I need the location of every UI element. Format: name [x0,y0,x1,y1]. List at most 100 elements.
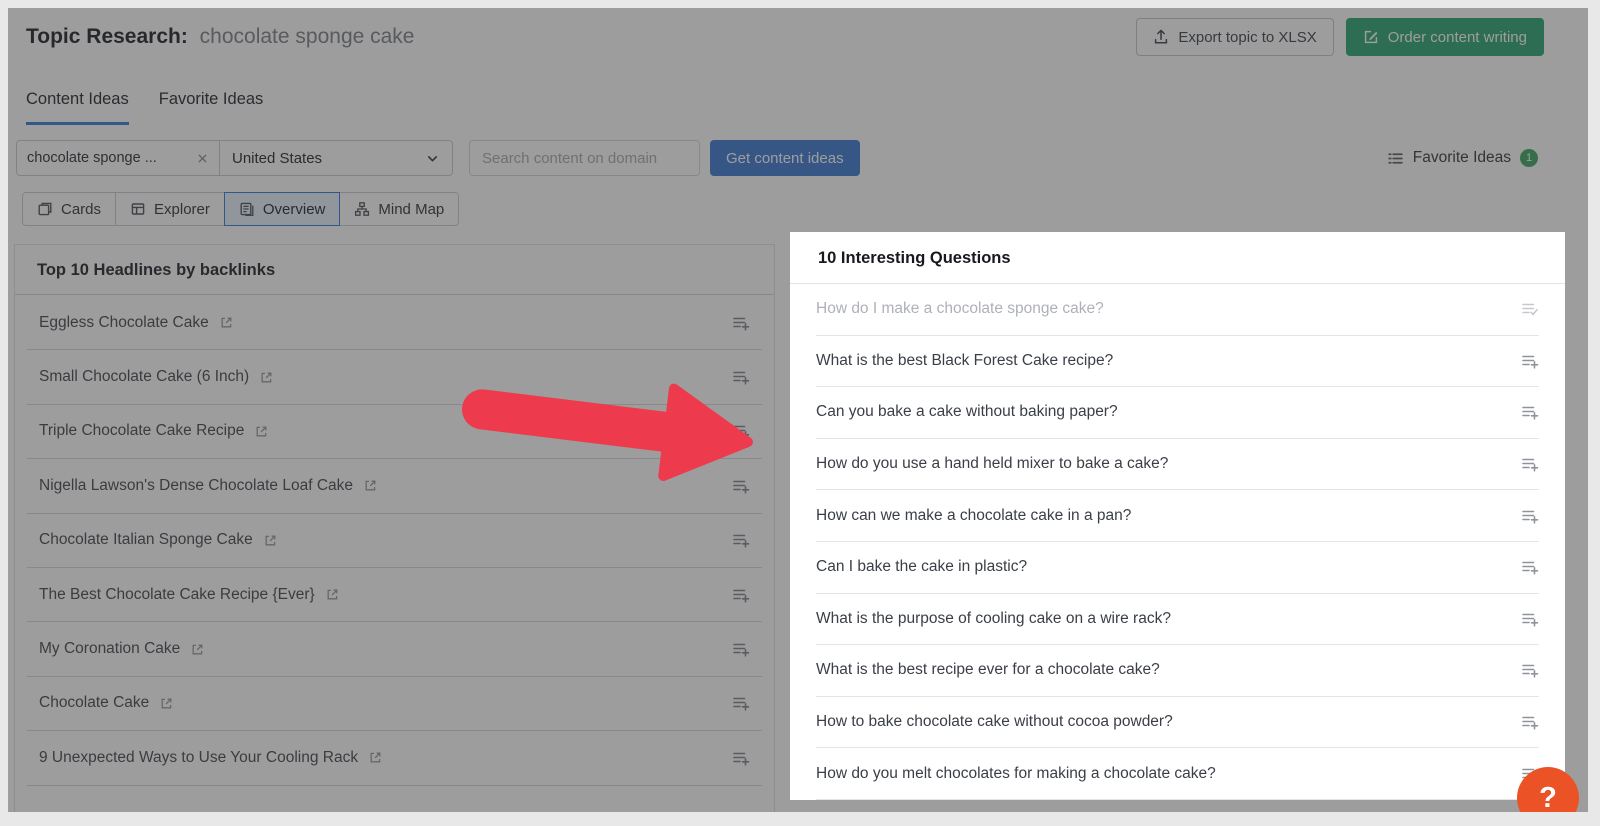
playlist-add-icon[interactable] [732,368,750,386]
question-text[interactable]: How do I make a chocolate sponge cake? [816,300,1104,318]
view-mode-cards-label: Cards [61,201,101,218]
playlist-check-icon[interactable] [1521,300,1539,318]
page-header: Topic Research: chocolate sponge cake Ex… [26,16,1544,58]
question-row: What is the purpose of cooling cake on a… [816,594,1539,646]
headline-title[interactable]: Small Chocolate Cake (6 Inch) [39,368,249,386]
top-headlines-title: Top 10 Headlines by backlinks [15,245,774,295]
page-title: Topic Research: chocolate sponge cake [26,25,415,49]
view-mode-explorer[interactable]: Explorer [115,192,225,226]
playlist-add-icon[interactable] [732,640,750,658]
headline-row: My Coronation Cake [27,622,762,676]
external-link-icon[interactable] [259,370,274,385]
headline-row: 9 Unexpected Ways to Use Your Cooling Ra… [27,731,762,785]
playlist-add-icon[interactable] [732,749,750,767]
playlist-add-icon[interactable] [732,314,750,332]
question-row: How can we make a chocolate cake in a pa… [816,490,1539,542]
headline-row: The Best Chocolate Cake Recipe {Ever} [27,568,762,622]
question-text[interactable]: What is the best Black Forest Cake recip… [816,352,1113,370]
question-row: How do I make a chocolate sponge cake? [816,284,1539,336]
playlist-add-icon[interactable] [1521,455,1539,473]
external-link-icon[interactable] [363,478,378,493]
get-content-ideas-button[interactable]: Get content ideas [710,140,860,176]
favorite-ideas-label: Favorite Ideas [1413,149,1511,167]
playlist-add-icon[interactable] [1521,352,1539,370]
domain-search-input[interactable] [469,140,700,176]
upload-icon [1153,29,1169,45]
view-mode-explorer-label: Explorer [154,201,210,218]
view-mode-overview-label: Overview [263,201,326,218]
playlist-add-icon[interactable] [1521,661,1539,679]
question-row: How do you use a hand held mixer to bake… [816,439,1539,491]
order-content-writing-label: Order content writing [1388,29,1527,46]
search-bar: chocolate sponge ... United States Get c… [16,140,1544,176]
view-mode-mind-map-label: Mind Map [378,201,444,218]
question-text[interactable]: How to bake chocolate cake without cocoa… [816,713,1173,731]
playlist-add-icon[interactable] [732,694,750,712]
playlist-add-icon[interactable] [1521,713,1539,731]
view-mode-cards[interactable]: Cards [22,192,116,226]
question-row: What is the best recipe ever for a choco… [816,645,1539,697]
table-icon [130,201,146,217]
question-text[interactable]: Can you bake a cake without baking paper… [816,403,1118,421]
question-row: Can I bake the cake in plastic? [816,542,1539,594]
question-text[interactable]: How do you melt chocolates for making a … [816,765,1216,783]
close-icon[interactable] [196,152,209,165]
headline-title[interactable]: Triple Chocolate Cake Recipe [39,422,244,440]
headline-row: Chocolate Italian Sponge Cake [27,514,762,568]
external-link-icon[interactable] [254,424,269,439]
export-xlsx-label: Export topic to XLSX [1178,29,1316,46]
tab-content-ideas[interactable]: Content Ideas [26,90,129,125]
headline-title[interactable]: Chocolate Italian Sponge Cake [39,531,253,549]
tab-bar: Content Ideas Favorite Ideas [26,90,263,125]
view-mode-overview[interactable]: Overview [224,192,341,226]
playlist-add-icon[interactable] [1521,507,1539,525]
export-xlsx-button[interactable]: Export topic to XLSX [1136,18,1333,56]
external-link-icon[interactable] [368,750,383,765]
question-text[interactable]: How do you use a hand held mixer to bake… [816,455,1168,473]
header-actions: Export topic to XLSX Order content writi… [1136,18,1544,56]
app-window: Topic Research: chocolate sponge cake Ex… [8,8,1588,812]
external-link-icon[interactable] [190,642,205,657]
headline-title[interactable]: 9 Unexpected Ways to Use Your Cooling Ra… [39,749,358,767]
external-link-icon[interactable] [263,533,278,548]
question-text[interactable]: What is the purpose of cooling cake on a… [816,610,1171,628]
question-row: Can you bake a cake without baking paper… [816,387,1539,439]
top-headlines-panel: Top 10 Headlines by backlinks Eggless Ch… [14,244,775,812]
question-row: What is the best Black Forest Cake recip… [816,336,1539,388]
question-text[interactable]: Can I bake the cake in plastic? [816,558,1027,576]
headline-title[interactable]: My Coronation Cake [39,640,180,658]
interesting-questions-title: 10 Interesting Questions [790,232,1565,284]
headline-title[interactable]: Chocolate Cake [39,694,149,712]
question-row: How do you melt chocolates for making a … [816,748,1539,800]
question-text[interactable]: How can we make a chocolate cake in a pa… [816,507,1131,525]
order-content-writing-button[interactable]: Order content writing [1346,18,1544,56]
question-text[interactable]: What is the best recipe ever for a choco… [816,661,1160,679]
playlist-add-icon[interactable] [1521,610,1539,628]
headline-title[interactable]: The Best Chocolate Cake Recipe {Ever} [39,586,315,604]
tab-favorite-ideas[interactable]: Favorite Ideas [159,90,264,125]
interesting-questions-panel: 10 Interesting Questions How do I make a… [790,232,1565,800]
mindmap-icon [354,201,370,217]
external-link-icon[interactable] [159,696,174,711]
favorite-ideas-link[interactable]: Favorite Ideas 1 [1387,140,1538,176]
favorite-count-badge: 1 [1520,149,1538,167]
page-title-topic: chocolate sponge cake [200,25,415,48]
document-icon [239,201,255,217]
keyword-chip[interactable]: chocolate sponge ... [16,140,220,176]
external-link-icon[interactable] [325,587,340,602]
playlist-add-icon[interactable] [1521,403,1539,421]
external-link-icon[interactable] [219,315,234,330]
headline-title[interactable]: Nigella Lawson's Dense Chocolate Loaf Ca… [39,477,353,495]
country-select[interactable]: United States [219,140,453,176]
page-title-prefix: Topic Research: [26,25,188,48]
view-mode-switcher: Cards Explorer Overview Mind Map [22,192,459,226]
question-row: How to bake chocolate cake without cocoa… [816,697,1539,749]
playlist-add-icon[interactable] [1521,558,1539,576]
headline-title[interactable]: Eggless Chocolate Cake [39,314,209,332]
edit-icon [1363,29,1379,45]
interesting-questions-list: How do I make a chocolate sponge cake? W… [790,284,1565,800]
playlist-add-icon[interactable] [732,531,750,549]
view-mode-mind-map[interactable]: Mind Map [339,192,459,226]
playlist-add-icon[interactable] [732,586,750,604]
headline-row: Chocolate Cake [27,677,762,731]
